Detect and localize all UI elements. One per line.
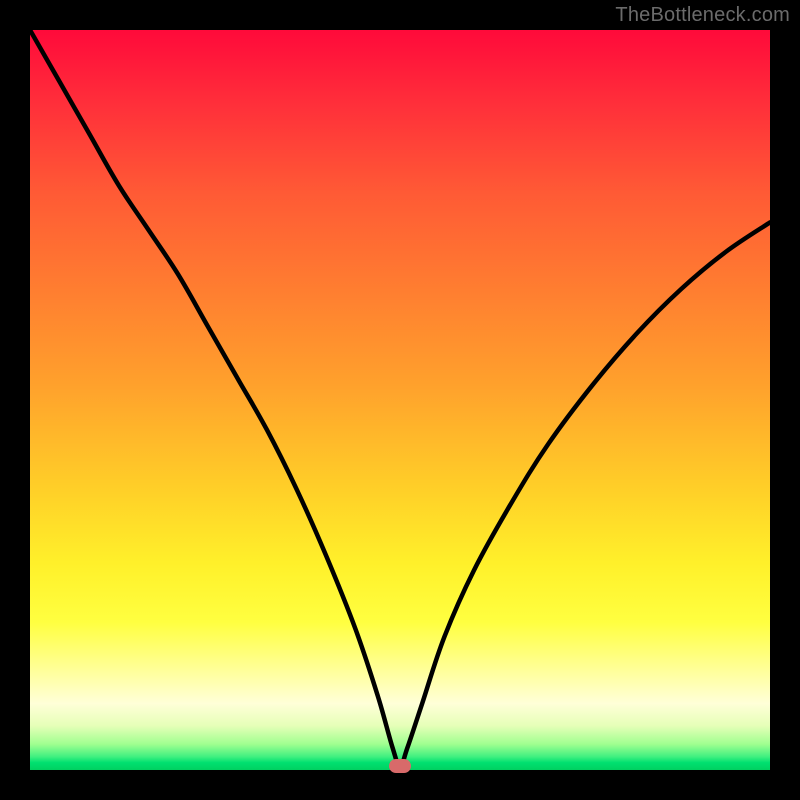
plot-area [30,30,770,770]
bottleneck-curve [30,30,770,770]
attribution-text: TheBottleneck.com [615,4,790,27]
chart-frame: TheBottleneck.com [0,0,800,800]
optimal-point-marker [389,759,411,773]
